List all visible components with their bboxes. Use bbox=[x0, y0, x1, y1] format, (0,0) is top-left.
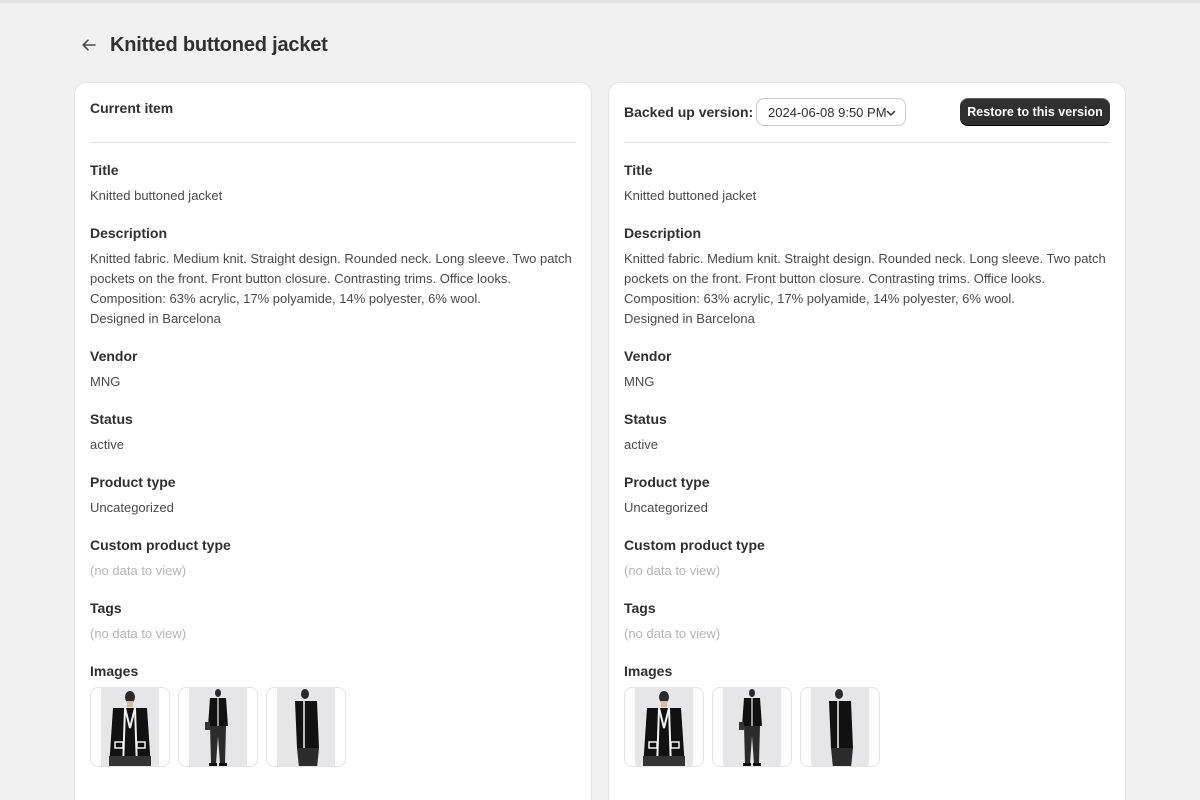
field-value: Knitted buttoned jacket bbox=[90, 188, 223, 203]
field-label: Tags bbox=[90, 600, 122, 616]
field-label: Status bbox=[90, 411, 133, 427]
product-image-thumbnail[interactable] bbox=[800, 687, 880, 767]
field-product-type: Product type Uncategorized bbox=[90, 473, 576, 518]
field-label: Product type bbox=[624, 474, 710, 490]
field-label: Custom product type bbox=[90, 537, 231, 553]
field-label: Product type bbox=[90, 474, 176, 490]
product-image bbox=[635, 688, 693, 766]
field-product-type: Product type Uncategorized bbox=[624, 473, 1110, 518]
field-value: (no data to view) bbox=[90, 563, 187, 578]
field-label: Tags bbox=[624, 600, 656, 616]
product-image-thumbnail[interactable] bbox=[712, 687, 792, 767]
top-border bbox=[0, 0, 1200, 3]
field-label: Status bbox=[624, 411, 667, 427]
field-label: Title bbox=[90, 162, 119, 178]
version-select-value: 2024-06-08 9:50 PM bbox=[768, 104, 887, 120]
field-description: Description Knitted fabric. Medium knit.… bbox=[624, 224, 1110, 329]
field-value: active bbox=[624, 437, 658, 452]
field-value: active bbox=[90, 437, 124, 452]
description-line: pockets on the front. Front button closu… bbox=[624, 271, 1046, 286]
field-value: (no data to view) bbox=[624, 563, 721, 578]
field-label: Title bbox=[624, 162, 653, 178]
field-label: Vendor bbox=[90, 348, 138, 364]
field-value: Knitted buttoned jacket bbox=[624, 188, 757, 203]
backup-version-label: Backed up version: bbox=[624, 104, 754, 120]
page-header: Knitted buttoned jacket bbox=[78, 32, 328, 58]
field-value: Uncategorized bbox=[90, 500, 174, 515]
field-label: Images bbox=[624, 663, 673, 679]
version-select[interactable]: 2024-06-08 9:50 PM bbox=[756, 98, 906, 126]
product-image bbox=[723, 688, 781, 766]
description-line: Designed in Barcelona bbox=[624, 311, 755, 326]
field-value: (no data to view) bbox=[624, 626, 721, 641]
product-image bbox=[101, 688, 159, 766]
product-image bbox=[811, 688, 869, 766]
description-line: Composition: 63% acrylic, 17% polyamide,… bbox=[90, 291, 481, 306]
back-button[interactable] bbox=[78, 34, 100, 56]
product-image bbox=[277, 688, 335, 766]
backup-version-header: Backed up version: 2024-06-08 9:50 PM Re… bbox=[624, 83, 1110, 143]
image-gallery bbox=[90, 687, 576, 767]
current-item-fields: Title Knitted buttoned jacket Descriptio… bbox=[90, 161, 576, 785]
field-value: Uncategorized bbox=[624, 500, 708, 515]
field-images: Images bbox=[624, 662, 1110, 767]
field-custom-product-type: Custom product type (no data to view) bbox=[90, 536, 576, 581]
field-value: Knitted fabric. Medium knit. Straight de… bbox=[90, 249, 576, 329]
product-image-thumbnail[interactable] bbox=[624, 687, 704, 767]
field-vendor: Vendor MNG bbox=[624, 347, 1110, 392]
product-image-thumbnail[interactable] bbox=[266, 687, 346, 767]
field-title: Title Knitted buttoned jacket bbox=[90, 161, 576, 206]
field-tags: Tags (no data to view) bbox=[90, 599, 576, 644]
description-line: Composition: 63% acrylic, 17% polyamide,… bbox=[624, 291, 1015, 306]
field-status: Status active bbox=[624, 410, 1110, 455]
current-item-card: Current item Title Knitted buttoned jack… bbox=[74, 82, 592, 800]
chevron-down-icon bbox=[886, 110, 896, 116]
description-line: Knitted fabric. Medium knit. Straight de… bbox=[624, 251, 1106, 266]
field-label: Vendor bbox=[624, 348, 672, 364]
backup-version-card: Backed up version: 2024-06-08 9:50 PM Re… bbox=[608, 82, 1126, 800]
field-label: Description bbox=[624, 225, 702, 241]
description-line: Designed in Barcelona bbox=[90, 311, 221, 326]
field-vendor: Vendor MNG bbox=[90, 347, 576, 392]
field-value: MNG bbox=[90, 374, 121, 389]
product-image bbox=[189, 688, 247, 766]
field-value: MNG bbox=[624, 374, 655, 389]
image-gallery bbox=[624, 687, 1110, 767]
backup-version-fields: Title Knitted buttoned jacket Descriptio… bbox=[624, 161, 1110, 785]
field-status: Status active bbox=[90, 410, 576, 455]
field-description: Description Knitted fabric. Medium knit.… bbox=[90, 224, 576, 329]
current-item-header: Current item bbox=[90, 83, 576, 143]
field-title: Title Knitted buttoned jacket bbox=[624, 161, 1110, 206]
page-title: Knitted buttoned jacket bbox=[110, 33, 328, 56]
field-tags: Tags (no data to view) bbox=[624, 599, 1110, 644]
field-label: Images bbox=[90, 663, 139, 679]
field-custom-product-type: Custom product type (no data to view) bbox=[624, 536, 1110, 581]
field-images: Images bbox=[90, 662, 576, 767]
product-image-thumbnail[interactable] bbox=[178, 687, 258, 767]
product-image-thumbnail[interactable] bbox=[90, 687, 170, 767]
field-label: Description bbox=[90, 225, 168, 241]
field-value: (no data to view) bbox=[90, 626, 187, 641]
description-line: pockets on the front. Front button closu… bbox=[90, 271, 512, 286]
current-item-heading: Current item bbox=[90, 100, 174, 116]
description-line: Knitted fabric. Medium knit. Straight de… bbox=[90, 251, 572, 266]
field-label: Custom product type bbox=[624, 537, 765, 553]
field-value: Knitted fabric. Medium knit. Straight de… bbox=[624, 249, 1110, 329]
restore-version-button[interactable]: Restore to this version bbox=[960, 98, 1110, 126]
arrow-left-icon bbox=[82, 39, 96, 51]
